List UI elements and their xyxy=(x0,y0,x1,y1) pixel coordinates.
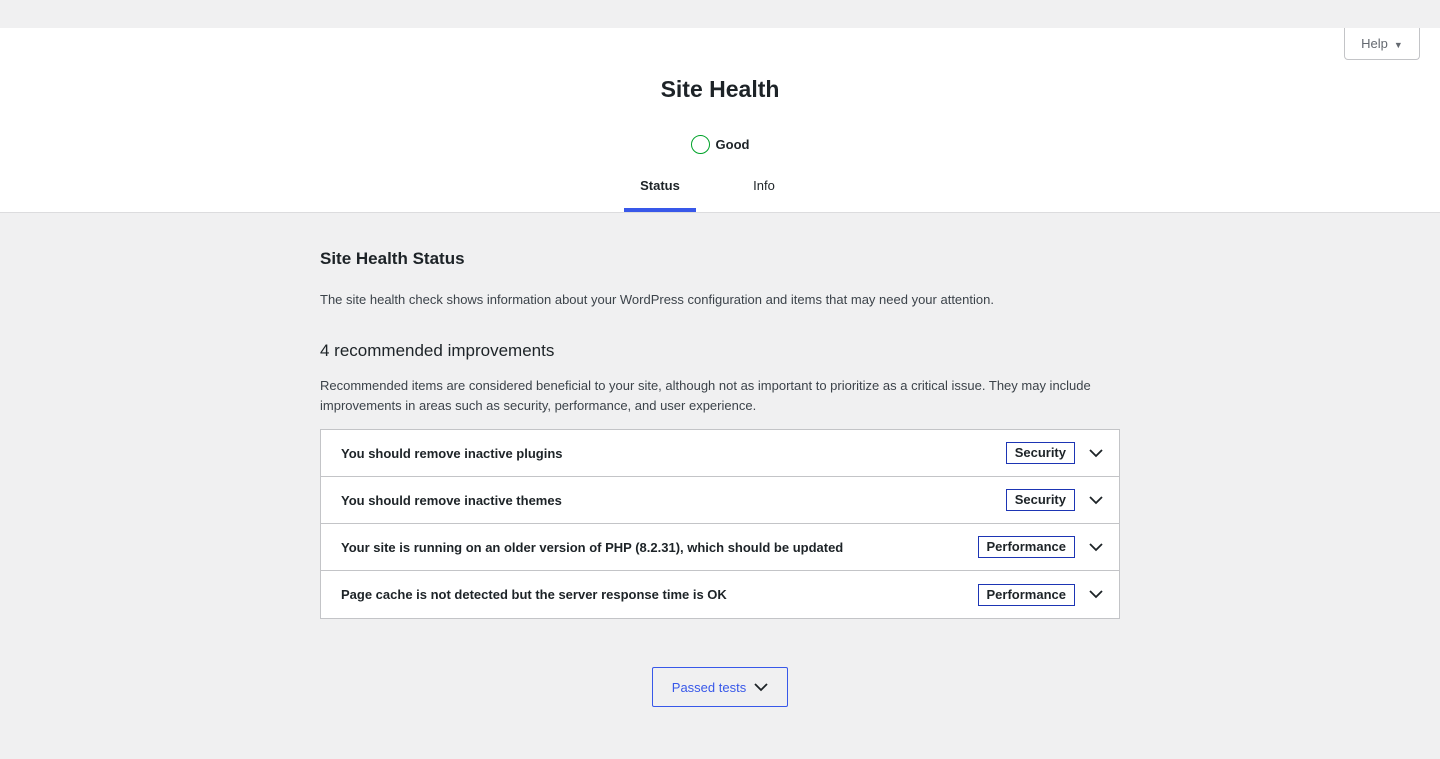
section-title: Site Health Status xyxy=(320,249,465,268)
issue-title: You should remove inactive themes xyxy=(341,492,562,508)
chevron-down-icon[interactable] xyxy=(1089,493,1103,507)
help-button[interactable]: Help ▼ xyxy=(1344,28,1420,60)
issue-badge: Security xyxy=(1005,442,1075,464)
issue-badge: Security xyxy=(1005,489,1075,511)
tab-info[interactable]: Info xyxy=(712,172,816,212)
top-gap xyxy=(0,0,1440,28)
chevron-down-icon[interactable] xyxy=(1089,540,1103,554)
issue-badge: Performance xyxy=(977,583,1075,606)
main-content: Site Health Status The site health check… xyxy=(320,214,1120,619)
issue-row[interactable]: Page cache is not detected but the serve… xyxy=(321,571,1119,618)
chevron-down-icon[interactable] xyxy=(1089,588,1103,602)
site-health-header: Help ▼ Site Health Good Status Info xyxy=(0,28,1440,213)
issue-row[interactable]: You should remove inactive themes Securi… xyxy=(321,477,1119,524)
chevron-down-icon xyxy=(754,680,768,694)
passed-tests-wrap: Passed tests xyxy=(0,667,1440,707)
page-title: Site Health xyxy=(660,76,780,102)
help-button-label: Help xyxy=(1361,36,1388,51)
issue-title: You should remove inactive plugins xyxy=(341,445,563,461)
health-status: Good xyxy=(0,135,1440,154)
passed-tests-button[interactable]: Passed tests xyxy=(652,667,788,707)
status-circle-icon xyxy=(690,135,710,154)
issue-title: Page cache is not detected but the serve… xyxy=(341,587,727,602)
section-description: The site health check shows information … xyxy=(320,292,994,307)
improvements-title: 4 recommended improvements xyxy=(320,341,555,360)
improvements-description: Recommended items are considered benefic… xyxy=(320,378,1091,413)
issue-badge: Performance xyxy=(977,536,1075,558)
issue-row[interactable]: You should remove inactive plugins Secur… xyxy=(321,430,1119,477)
tab-status[interactable]: Status xyxy=(624,172,696,212)
issue-title: Your site is running on an older version… xyxy=(341,539,844,555)
status-label: Good xyxy=(715,137,750,152)
issues-accordion: You should remove inactive plugins Secur… xyxy=(320,429,1120,619)
issue-row[interactable]: Your site is running on an older version… xyxy=(321,524,1119,571)
passed-tests-label: Passed tests xyxy=(671,679,747,695)
chevron-down-icon[interactable] xyxy=(1089,446,1103,460)
caret-down-icon: ▼ xyxy=(1393,39,1403,50)
tab-nav: Status Info xyxy=(0,172,1440,212)
